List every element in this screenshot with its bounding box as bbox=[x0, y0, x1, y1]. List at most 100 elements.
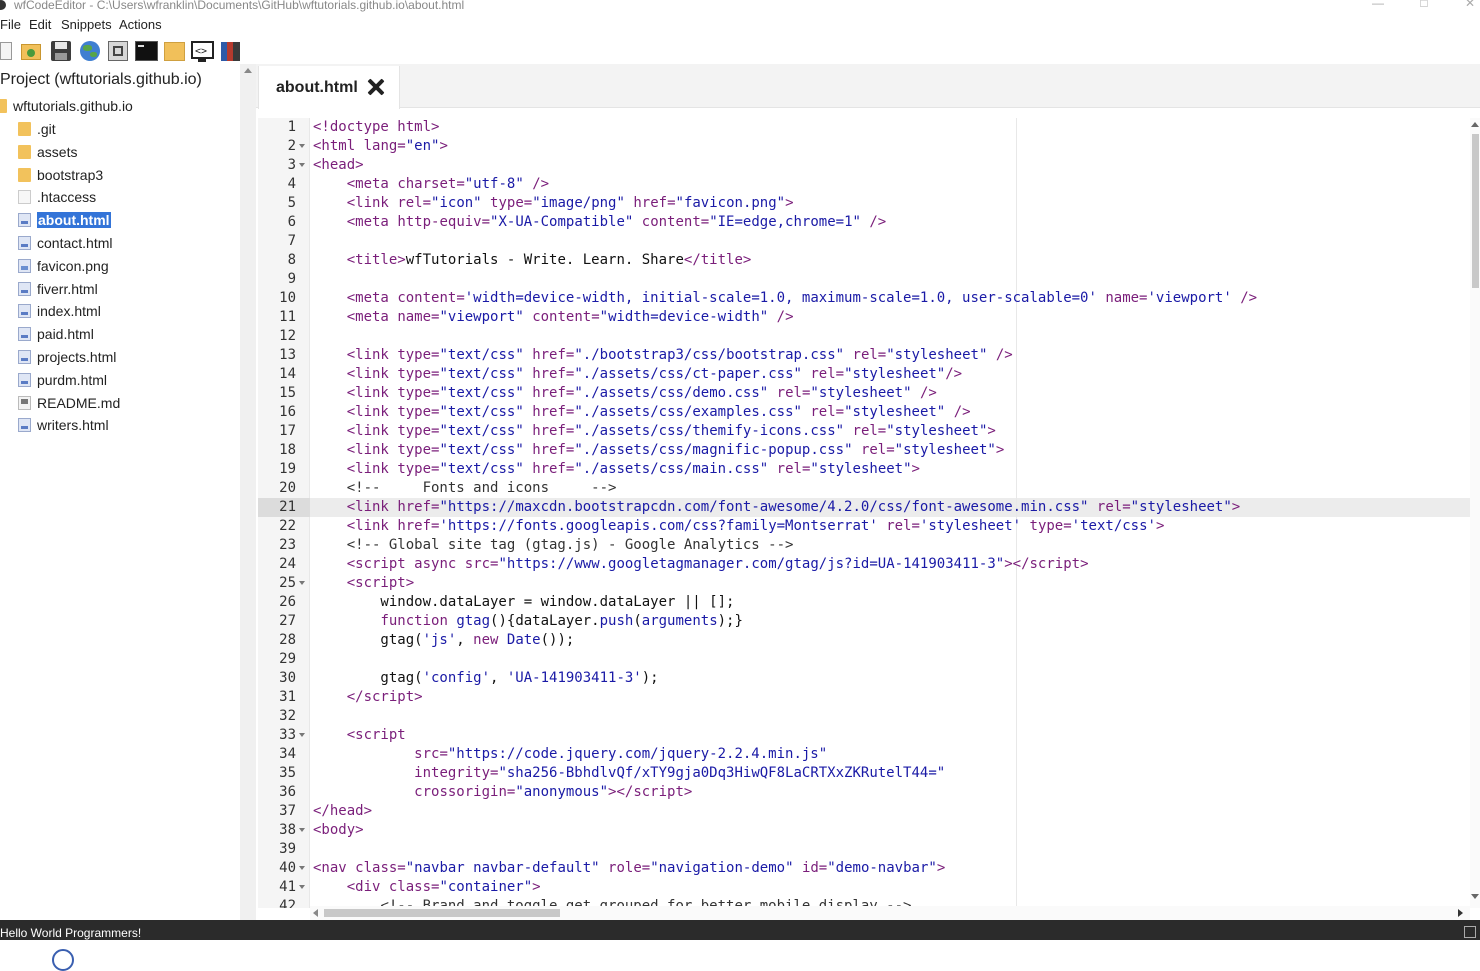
code-text: <head> bbox=[313, 157, 364, 173]
menu-snippets[interactable]: Snippets bbox=[61, 17, 112, 32]
line-number: 8 bbox=[287, 252, 296, 268]
vertical-scroll-thumb[interactable] bbox=[1472, 134, 1479, 288]
folder-icon bbox=[18, 144, 31, 159]
tree-item[interactable]: index.html bbox=[18, 301, 101, 321]
code-line: 23 <!-- Global site tag (gtag.js) - Goog… bbox=[258, 536, 1480, 555]
tree-item[interactable]: about.html bbox=[18, 210, 111, 230]
code-line: 16 <link type="text/css" href="./assets/… bbox=[258, 403, 1480, 422]
fold-arrow-icon[interactable] bbox=[299, 828, 305, 832]
tree-item[interactable]: purdm.html bbox=[18, 370, 107, 390]
code-line: 36 crossorigin="anonymous"></script> bbox=[258, 783, 1480, 802]
file-icon bbox=[18, 190, 31, 205]
terminal-icon[interactable] bbox=[134, 38, 158, 62]
tree-item[interactable]: .git bbox=[18, 119, 56, 139]
line-number: 23 bbox=[279, 537, 296, 553]
code-line: 37 </head> bbox=[258, 802, 1480, 821]
line-number: 12 bbox=[279, 328, 296, 344]
menu-edit[interactable]: Edit bbox=[29, 17, 51, 32]
line-number: 18 bbox=[279, 442, 296, 458]
line-number: 2 bbox=[287, 138, 296, 154]
minimize-button[interactable]: — bbox=[1368, 0, 1388, 10]
books-icon[interactable] bbox=[219, 38, 243, 62]
menu-file[interactable]: File bbox=[0, 17, 21, 32]
fold-arrow-icon[interactable] bbox=[299, 733, 305, 737]
close-tab-icon[interactable] bbox=[367, 78, 385, 96]
editor-horizontal-scrollbar[interactable] bbox=[310, 906, 1470, 920]
line-number: 15 bbox=[279, 385, 296, 401]
title-bar: wfCodeEditor - C:\Users\wfranklin\Docume… bbox=[0, 0, 1480, 14]
scroll-left-icon[interactable] bbox=[313, 909, 318, 917]
line-number: 33 bbox=[279, 727, 296, 743]
tree-item[interactable]: bootstrap3 bbox=[18, 165, 103, 185]
line-number: 22 bbox=[279, 518, 296, 534]
tree-root-folder[interactable]: wftutorials.github.io bbox=[0, 96, 133, 116]
line-number: 40 bbox=[279, 860, 296, 876]
code-line: 17 <link type="text/css" href="./assets/… bbox=[258, 422, 1480, 441]
browser-globe-icon[interactable] bbox=[78, 38, 102, 62]
code-line: 31 </script> bbox=[258, 688, 1480, 707]
code-text: <link type="text/css" href="./assets/css… bbox=[346, 385, 937, 401]
file-icon bbox=[18, 418, 31, 433]
tree-item-label: projects.html bbox=[37, 349, 117, 365]
code-line: 11 <meta name="viewport" content="width=… bbox=[258, 308, 1480, 327]
scroll-up-icon[interactable] bbox=[1471, 122, 1479, 127]
tree-item[interactable]: README.md bbox=[18, 393, 120, 413]
code-line: 21 <link href="https://maxcdn.bootstrapc… bbox=[258, 498, 1480, 517]
tree-item[interactable]: projects.html bbox=[18, 347, 116, 367]
file-icon bbox=[18, 395, 31, 410]
horizontal-scroll-thumb[interactable] bbox=[324, 909, 560, 917]
code-text: function gtag(){dataLayer.push(arguments… bbox=[380, 613, 743, 629]
tree-item-label: index.html bbox=[37, 303, 101, 320]
sidebar-scrollbar[interactable] bbox=[240, 64, 256, 920]
code-line: 30 gtag('config', 'UA-141903411-3'); bbox=[258, 669, 1480, 688]
line-number: 11 bbox=[279, 309, 296, 325]
tree-item[interactable]: writers.html bbox=[18, 415, 109, 435]
code-line: 29 bbox=[258, 650, 1480, 669]
line-number: 26 bbox=[279, 594, 296, 610]
tree-item-label: purdm.html bbox=[37, 371, 108, 388]
new-file-icon[interactable] bbox=[0, 38, 20, 62]
folder-icon[interactable] bbox=[163, 38, 187, 62]
tab-about-html[interactable]: about.html bbox=[258, 66, 400, 109]
fold-arrow-icon[interactable] bbox=[299, 581, 305, 585]
code-text: <meta charset="utf-8" /> bbox=[346, 176, 550, 192]
tree-item[interactable]: paid.html bbox=[18, 324, 94, 344]
fullscreen-icon[interactable] bbox=[106, 38, 130, 62]
code-line: 41 <div class="container"> bbox=[258, 878, 1480, 897]
code-line: 28 gtag('js', new Date()); bbox=[258, 631, 1480, 650]
fold-arrow-icon[interactable] bbox=[299, 144, 305, 148]
loading-spinner-icon bbox=[52, 949, 74, 971]
tree-item[interactable]: favicon.png bbox=[18, 256, 109, 276]
tree-item-label: paid.html bbox=[37, 326, 94, 343]
tree-item[interactable]: contact.html bbox=[18, 233, 112, 253]
save-icon[interactable] bbox=[49, 38, 73, 62]
fold-arrow-icon[interactable] bbox=[299, 163, 305, 167]
editor-vertical-scrollbar[interactable] bbox=[1470, 118, 1480, 908]
status-message: Hello World Programmers! bbox=[0, 926, 142, 940]
tree-item[interactable]: fiverr.html bbox=[18, 279, 98, 299]
fold-arrow-icon[interactable] bbox=[299, 866, 305, 870]
terminal-toggle-icon[interactable] bbox=[1464, 926, 1476, 938]
scroll-up-icon[interactable] bbox=[244, 68, 252, 73]
tree-item[interactable]: .htaccess bbox=[18, 187, 96, 207]
file-icon bbox=[18, 236, 31, 250]
file-icon bbox=[18, 258, 31, 273]
file-icon bbox=[18, 350, 31, 364]
code-line: 4 <meta charset="utf-8" /> bbox=[258, 175, 1480, 194]
code-text: <script> bbox=[346, 575, 415, 591]
line-number: 31 bbox=[279, 689, 296, 705]
maximize-button[interactable]: □ bbox=[1414, 0, 1434, 10]
scroll-down-icon[interactable] bbox=[1471, 894, 1479, 899]
folder-icon bbox=[18, 167, 31, 182]
code-editor[interactable]: 1 <!doctype html> 2 <html lang="en"> 3 <head>… bbox=[258, 118, 1480, 908]
open-folder-icon[interactable] bbox=[19, 38, 43, 62]
tree-item[interactable]: assets bbox=[18, 142, 77, 162]
fold-arrow-icon[interactable] bbox=[299, 885, 305, 889]
menu-actions[interactable]: Actions bbox=[119, 17, 162, 32]
close-window-button[interactable]: ✕ bbox=[1460, 0, 1480, 10]
code-text: <!-- Global site tag (gtag.js) - Google … bbox=[346, 537, 794, 553]
code-view-icon[interactable]: <> bbox=[190, 38, 214, 62]
scroll-right-icon[interactable] bbox=[1458, 909, 1463, 917]
file-icon bbox=[18, 327, 31, 342]
tree-item-label: fiverr.html bbox=[37, 280, 98, 297]
